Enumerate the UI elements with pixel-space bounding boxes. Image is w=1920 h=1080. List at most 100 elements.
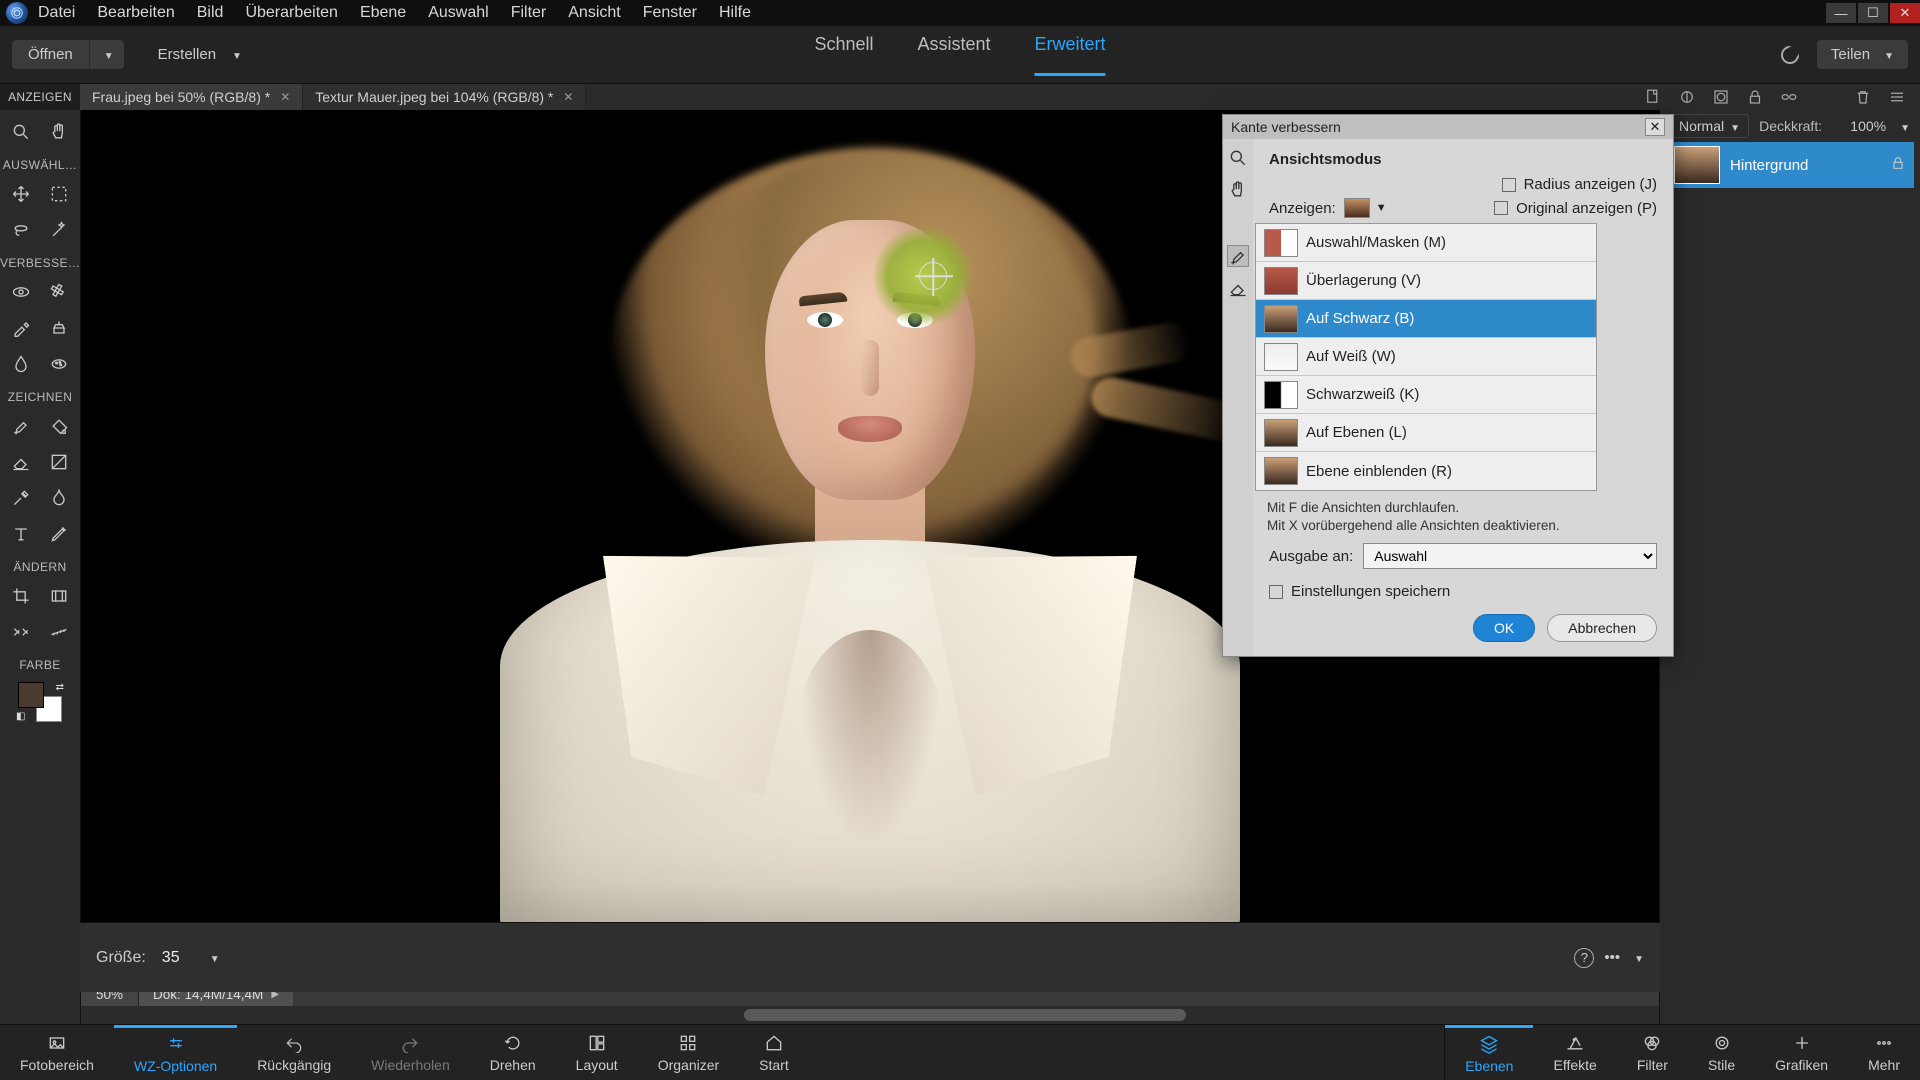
clone-stamp-tool[interactable] bbox=[47, 316, 71, 340]
menu-filter[interactable]: Filter bbox=[511, 4, 547, 22]
mode-tab-quick[interactable]: Schnell bbox=[814, 34, 873, 76]
help-icon[interactable]: ? bbox=[1574, 948, 1594, 968]
chevron-down-icon[interactable] bbox=[1896, 118, 1910, 135]
default-colors-icon[interactable]: ◧ bbox=[16, 711, 25, 722]
effects-tab[interactable]: Effekte bbox=[1533, 1025, 1616, 1080]
color-swatches[interactable]: ⇄ ◧ bbox=[16, 682, 64, 722]
paint-bucket-tool[interactable] bbox=[47, 414, 71, 438]
hand-tool-icon[interactable] bbox=[1227, 179, 1249, 201]
opacity-value[interactable]: 100% bbox=[1832, 118, 1886, 134]
link-layers-icon[interactable] bbox=[1780, 88, 1798, 106]
zoom-tool-icon[interactable] bbox=[1227, 147, 1249, 169]
save-settings-checkbox[interactable] bbox=[1269, 585, 1283, 599]
sponge-tool[interactable] bbox=[47, 352, 71, 376]
layer-row[interactable]: Hintergrund bbox=[1666, 142, 1914, 188]
styles-tab[interactable]: Stile bbox=[1688, 1025, 1755, 1080]
share-button[interactable]: Teilen bbox=[1817, 40, 1908, 69]
trash-icon[interactable] bbox=[1854, 88, 1872, 106]
brush-tool[interactable] bbox=[9, 414, 33, 438]
mode-tab-expert[interactable]: Erweitert bbox=[1035, 34, 1106, 76]
pencil-tool[interactable] bbox=[47, 522, 71, 546]
horizontal-scrollbar[interactable] bbox=[81, 1006, 1659, 1024]
tool-options-tab[interactable]: WZ-Optionen bbox=[114, 1025, 237, 1080]
eraser-tool[interactable] bbox=[9, 450, 33, 474]
panel-menu-icon[interactable] bbox=[1888, 88, 1906, 106]
show-original-checkbox[interactable] bbox=[1494, 201, 1508, 215]
shape-tool[interactable] bbox=[47, 486, 71, 510]
photobin-tab[interactable]: Fotobereich bbox=[0, 1025, 114, 1080]
refine-radius-brush-icon[interactable] bbox=[1227, 245, 1249, 267]
menu-ansicht[interactable]: Ansicht bbox=[568, 4, 620, 22]
filters-tab[interactable]: Filter bbox=[1617, 1025, 1688, 1080]
open-button-arrow[interactable] bbox=[89, 40, 124, 69]
move-tool[interactable] bbox=[9, 182, 33, 206]
view-select[interactable]: ▼ bbox=[1344, 198, 1387, 218]
home-button[interactable]: Start bbox=[739, 1025, 809, 1080]
erase-refinements-brush-icon[interactable] bbox=[1227, 277, 1249, 299]
chevron-down-icon[interactable] bbox=[1630, 949, 1644, 966]
gradient-tool[interactable] bbox=[47, 450, 71, 474]
blur-tool[interactable] bbox=[9, 352, 33, 376]
size-dropdown[interactable] bbox=[206, 951, 220, 965]
marquee-tool[interactable] bbox=[47, 182, 71, 206]
view-option-on-black[interactable]: Auf Schwarz (B) bbox=[1256, 300, 1596, 338]
view-option-on-layers[interactable]: Auf Ebenen (L) bbox=[1256, 414, 1596, 452]
document-tab[interactable]: Textur Mauer.jpeg bei 104% (RGB/8) * ✕ bbox=[303, 84, 586, 110]
show-radius-checkbox[interactable] bbox=[1502, 178, 1516, 192]
close-icon[interactable]: ✕ bbox=[563, 90, 573, 104]
cancel-button[interactable]: Abbrechen bbox=[1547, 614, 1657, 642]
more-tab[interactable]: Mehr bbox=[1848, 1025, 1920, 1080]
document-tab[interactable]: Frau.jpeg bei 50% (RGB/8) * ✕ bbox=[80, 84, 303, 110]
swap-colors-icon[interactable]: ⇄ bbox=[56, 682, 64, 693]
theme-toggle-icon[interactable] bbox=[1781, 46, 1799, 64]
menu-bearbeiten[interactable]: Bearbeiten bbox=[97, 4, 174, 22]
more-icon[interactable]: ••• bbox=[1604, 949, 1620, 966]
view-option-overlay[interactable]: Überlagerung (V) bbox=[1256, 262, 1596, 300]
straighten-tool[interactable] bbox=[47, 620, 71, 644]
menu-auswahl[interactable]: Auswahl bbox=[428, 4, 488, 22]
content-aware-move-tool[interactable] bbox=[9, 620, 33, 644]
new-document-icon[interactable] bbox=[1644, 88, 1662, 106]
redo-button[interactable]: Wiederholen bbox=[351, 1025, 470, 1080]
hand-tool[interactable] bbox=[47, 120, 71, 144]
organizer-button[interactable]: Organizer bbox=[638, 1025, 739, 1080]
graphics-tab[interactable]: Grafiken bbox=[1755, 1025, 1848, 1080]
close-icon[interactable]: ✕ bbox=[280, 90, 290, 104]
window-maximize[interactable]: ☐ bbox=[1858, 3, 1888, 23]
ok-button[interactable]: OK bbox=[1473, 614, 1535, 642]
output-select[interactable]: Auswahl bbox=[1363, 543, 1657, 569]
crop-tool[interactable] bbox=[9, 584, 33, 608]
view-option-selection-masks[interactable]: Auswahl/Masken (M) bbox=[1256, 224, 1596, 262]
window-minimize[interactable]: — bbox=[1826, 3, 1856, 23]
create-button[interactable]: Erstellen bbox=[146, 40, 254, 69]
size-value[interactable]: 35 bbox=[162, 949, 190, 967]
smart-brush-tool[interactable] bbox=[9, 316, 33, 340]
menu-ueberarbeiten[interactable]: Überarbeiten bbox=[245, 4, 338, 22]
type-tool[interactable] bbox=[9, 522, 33, 546]
layout-button[interactable]: Layout bbox=[556, 1025, 638, 1080]
foreground-color-swatch[interactable] bbox=[18, 682, 44, 708]
mask-icon[interactable] bbox=[1712, 88, 1730, 106]
magic-wand-tool[interactable] bbox=[47, 218, 71, 242]
scrollbar-thumb[interactable] bbox=[744, 1009, 1186, 1021]
menu-bild[interactable]: Bild bbox=[197, 4, 224, 22]
undo-button[interactable]: Rückgängig bbox=[237, 1025, 351, 1080]
eyedropper-tool[interactable] bbox=[9, 486, 33, 510]
view-option-on-white[interactable]: Auf Weiß (W) bbox=[1256, 338, 1596, 376]
menu-fenster[interactable]: Fenster bbox=[643, 4, 697, 22]
zoom-tool[interactable] bbox=[9, 120, 33, 144]
menu-hilfe[interactable]: Hilfe bbox=[719, 4, 751, 22]
menu-datei[interactable]: Datei bbox=[38, 4, 75, 22]
view-option-black-white[interactable]: Schwarzweiß (K) bbox=[1256, 376, 1596, 414]
lock-icon[interactable] bbox=[1746, 88, 1764, 106]
blend-mode-select[interactable]: Normal bbox=[1670, 114, 1749, 138]
open-button[interactable]: Öffnen bbox=[12, 40, 124, 69]
dialog-titlebar[interactable]: Kante verbessern ✕ bbox=[1223, 115, 1673, 139]
window-close[interactable]: ✕ bbox=[1890, 3, 1920, 23]
recompose-tool[interactable] bbox=[47, 584, 71, 608]
adjustment-layer-icon[interactable] bbox=[1678, 88, 1696, 106]
menu-ebene[interactable]: Ebene bbox=[360, 4, 406, 22]
healing-brush-tool[interactable] bbox=[47, 280, 71, 304]
dialog-close-button[interactable]: ✕ bbox=[1645, 118, 1665, 136]
lock-icon[interactable] bbox=[1890, 155, 1906, 175]
